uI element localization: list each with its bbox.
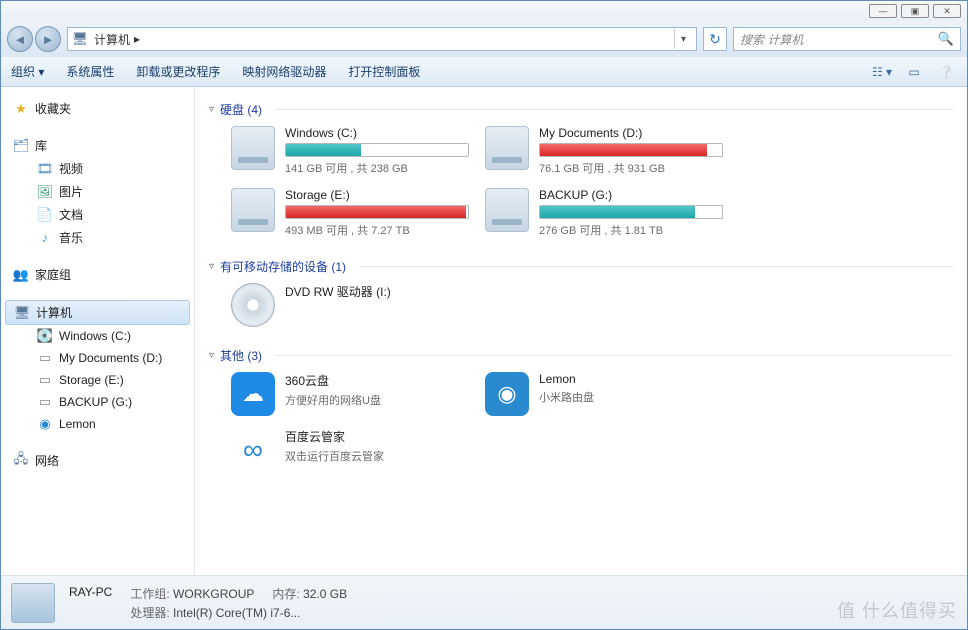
computer-name: RAY-PC xyxy=(69,585,112,602)
map-network-drive[interactable]: 映射网络驱动器 xyxy=(242,63,326,80)
address-bar[interactable]: 🖥 计算机 ▸ ▾ xyxy=(67,27,697,51)
watermark: 值 什么值得买 xyxy=(837,597,957,623)
document-icon: 📄 xyxy=(37,207,53,223)
breadcrumb[interactable]: 计算机 ▸ xyxy=(94,31,140,48)
baidu-cloud-icon: ∞ xyxy=(231,428,275,472)
music-icon: ♪ xyxy=(37,230,53,246)
collapse-icon: ▿ xyxy=(209,350,214,361)
uninstall-programs[interactable]: 卸载或更改程序 xyxy=(136,63,220,80)
drive-d[interactable]: My Documents (D:) 76.1 GB 可用 , 共 931 GB xyxy=(485,126,723,176)
sidebar-network[interactable]: 🖧网络 xyxy=(1,449,194,472)
drive-360[interactable]: ☁ 360云盘 方便好用的网络U盘 xyxy=(231,372,469,416)
drive-icon: ▭ xyxy=(37,372,53,388)
chevron-right-icon: ▸ xyxy=(134,32,140,46)
drive-lemon[interactable]: ◉ Lemon 小米路由盘 xyxy=(485,372,723,416)
network-icon: 🖧 xyxy=(13,453,29,469)
drive-dvd[interactable]: DVD RW 驱动器 (I:) xyxy=(231,283,469,327)
drive-baidu[interactable]: ∞ 百度云管家 双击运行百度云管家 xyxy=(231,428,469,472)
maximize-button[interactable]: ▣ xyxy=(901,4,929,18)
usage-bar xyxy=(539,205,723,219)
hdd-icon xyxy=(231,188,275,232)
sidebar-lemon[interactable]: ◉Lemon xyxy=(1,413,194,435)
sidebar-documents[interactable]: 📄文档 xyxy=(1,203,194,226)
close-button[interactable]: ✕ xyxy=(933,4,961,18)
drive-g[interactable]: BACKUP (G:) 276 GB 可用 , 共 1.81 TB xyxy=(485,188,723,238)
help-icon[interactable]: ❔ xyxy=(935,63,957,81)
search-icon: 🔍 xyxy=(938,31,954,47)
toolbar: 组织 ▾ 系统属性 卸载或更改程序 映射网络驱动器 打开控制面板 ☷ ▾ ▭ ❔ xyxy=(1,57,967,87)
360-cloud-icon: ☁ xyxy=(231,372,275,416)
sidebar-homegroup[interactable]: 👥家庭组 xyxy=(1,263,194,286)
library-icon: 🗂 xyxy=(13,138,29,154)
homegroup-icon: 👥 xyxy=(13,267,29,283)
sidebar-music[interactable]: ♪音乐 xyxy=(1,226,194,249)
collapse-icon: ▿ xyxy=(209,261,214,272)
hdd-icon xyxy=(485,188,529,232)
computer-large-icon xyxy=(11,583,55,623)
search-box[interactable]: 搜索 计算机 🔍 xyxy=(733,27,961,51)
search-placeholder: 搜索 计算机 xyxy=(740,31,803,48)
sidebar-drive-c[interactable]: 💽Windows (C:) xyxy=(1,325,194,347)
sidebar-computer[interactable]: 🖥计算机 xyxy=(5,300,190,325)
open-control-panel[interactable]: 打开控制面板 xyxy=(348,63,420,80)
minimize-button[interactable]: — xyxy=(869,4,897,18)
collapse-icon: ▿ xyxy=(209,104,214,115)
body: ★收藏夹 🗂库 🎞视频 🖼图片 📄文档 ♪音乐 👥家庭组 🖥计算机 💽Windo… xyxy=(1,87,967,575)
drive-icon: 💽 xyxy=(37,328,53,344)
hdd-icon xyxy=(485,126,529,170)
section-removable[interactable]: ▿有可移动存储的设备 (1) xyxy=(209,252,953,281)
drive-c[interactable]: Windows (C:) 141 GB 可用 , 共 238 GB xyxy=(231,126,469,176)
usage-bar xyxy=(539,143,723,157)
usage-bar xyxy=(285,205,469,219)
content-pane: ▿硬盘 (4) Windows (C:) 141 GB 可用 , 共 238 G… xyxy=(195,87,967,575)
titlebar: — ▣ ✕ xyxy=(1,1,967,21)
system-properties[interactable]: 系统属性 xyxy=(66,63,114,80)
sidebar-drive-d[interactable]: ▭My Documents (D:) xyxy=(1,347,194,369)
sidebar-video[interactable]: 🎞视频 xyxy=(1,157,194,180)
status-bar: RAY-PC 工作组: WORKGROUP 内存: 32.0 GB RAY-PC… xyxy=(1,575,967,629)
sidebar-library[interactable]: 🗂库 xyxy=(1,134,194,157)
explorer-window: — ▣ ✕ ◄ ► 🖥 计算机 ▸ ▾ ↻ 搜索 计算机 🔍 组织 ▾ 系统属性… xyxy=(0,0,968,630)
breadcrumb-root[interactable]: 计算机 xyxy=(94,31,130,48)
section-hdd[interactable]: ▿硬盘 (4) xyxy=(209,95,953,124)
section-other[interactable]: ▿其他 (3) xyxy=(209,341,953,370)
video-icon: 🎞 xyxy=(37,161,53,177)
refresh-button[interactable]: ↻ xyxy=(703,27,727,51)
hdd-icon xyxy=(231,126,275,170)
sidebar: ★收藏夹 🗂库 🎞视频 🖼图片 📄文档 ♪音乐 👥家庭组 🖥计算机 💽Windo… xyxy=(1,87,195,575)
organize-menu[interactable]: 组织 ▾ xyxy=(11,63,44,80)
sidebar-favorites[interactable]: ★收藏夹 xyxy=(1,97,194,120)
forward-button[interactable]: ► xyxy=(35,26,61,52)
usage-bar xyxy=(285,143,469,157)
drive-icon: ▭ xyxy=(37,350,53,366)
drive-icon: ▭ xyxy=(37,394,53,410)
computer-icon: 🖥 xyxy=(14,305,30,321)
sidebar-pictures[interactable]: 🖼图片 xyxy=(1,180,194,203)
lemon-icon: ◉ xyxy=(37,416,53,432)
address-dropdown[interactable]: ▾ xyxy=(674,29,692,49)
preview-pane-icon[interactable]: ▭ xyxy=(903,63,925,81)
sidebar-drive-g[interactable]: ▭BACKUP (G:) xyxy=(1,391,194,413)
nav-back-forward: ◄ ► xyxy=(7,26,61,52)
computer-icon: 🖥 xyxy=(72,31,88,47)
drive-e[interactable]: Storage (E:) 493 MB 可用 , 共 7.27 TB xyxy=(231,188,469,238)
back-button[interactable]: ◄ xyxy=(7,26,33,52)
view-options-icon[interactable]: ☷ ▾ xyxy=(871,63,893,81)
star-icon: ★ xyxy=(13,101,29,117)
lemon-icon: ◉ xyxy=(485,372,529,416)
sidebar-drive-e[interactable]: ▭Storage (E:) xyxy=(1,369,194,391)
nav-bar: ◄ ► 🖥 计算机 ▸ ▾ ↻ 搜索 计算机 🔍 xyxy=(1,21,967,57)
picture-icon: 🖼 xyxy=(37,184,53,200)
dvd-icon xyxy=(231,283,275,327)
